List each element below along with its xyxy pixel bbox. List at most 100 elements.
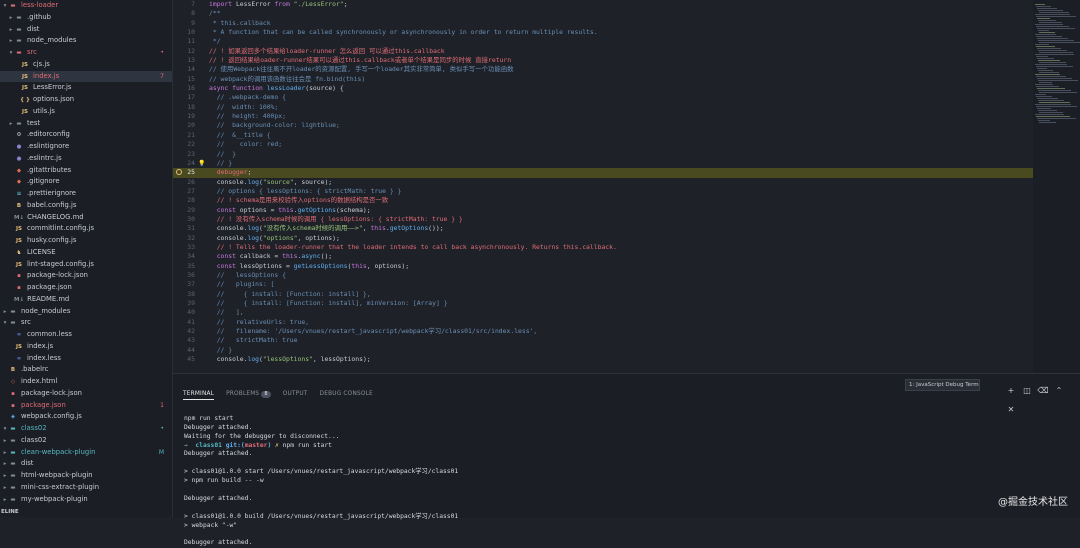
tree-item[interactable]: JS utils.js — [0, 106, 172, 118]
tree-item[interactable]: ▪ package.json 1 — [0, 400, 172, 412]
tree-item[interactable]: Bbabel.config.js — [0, 200, 172, 212]
split-terminal-icon[interactable]: ◫ — [1021, 386, 1033, 395]
chevron-up-icon[interactable]: ⌃ — [1053, 386, 1065, 395]
terminal-token: Debugger attached. — [184, 450, 253, 458]
code-token: // ! 没有传入schema时候的调用 { lessOptions: { st… — [209, 214, 463, 223]
code-text: const options = this.getOptions(schema); — [209, 206, 371, 214]
code-line: 33 // ! Tells the loader-runner that the… — [173, 243, 1033, 252]
code-line: 34 const callback = this.async(); — [173, 252, 1033, 261]
tab-output[interactable]: OUTPUT — [283, 389, 308, 399]
line-number: 31 — [187, 224, 195, 233]
line-number: 13 — [187, 56, 195, 65]
tree-item[interactable]: ≈ common.less — [0, 329, 172, 341]
tab-problems[interactable]: PROBLEMS 8 — [226, 389, 271, 399]
tree-item[interactable]: M↓ CHANGELOG.md — [0, 212, 172, 224]
tree-item[interactable]: ≈ index.less — [0, 353, 172, 365]
terminal-output[interactable]: npm run start Debugger attached. Waiting f… — [184, 406, 1070, 548]
minimap-line — [1038, 20, 1056, 21]
tree-item[interactable]: ▾ ▬ src — [0, 317, 172, 329]
code-text: // plugins: [ — [209, 280, 275, 289]
tree-item[interactable]: ◆ .gitattributes — [0, 165, 172, 177]
tree-item[interactable]: ▸ ▬ dist — [0, 458, 172, 470]
code-token: // plugins: [ — [209, 280, 275, 289]
code-token: // filename: '/Users/vnues/restart_javas… — [209, 327, 538, 336]
tree-item[interactable]: JS commitlint.config.js — [0, 223, 172, 235]
minimap[interactable] — [1033, 0, 1080, 373]
tab-debug-console[interactable]: DEBUG CONSOLE — [320, 389, 373, 399]
tree-item[interactable]: ▸ ▬ class02 — [0, 435, 172, 447]
tree-item[interactable]: ▾ ▬ class02 • — [0, 423, 172, 435]
tree-item[interactable]: ⚙ .editorconfig — [0, 129, 172, 141]
code-token: lessLoader — [266, 84, 306, 93]
terminal-line: > class01@1.0.0 start /Users/vnues/resta… — [184, 468, 1070, 477]
line-number: 36 — [187, 270, 195, 279]
tree-item[interactable]: ▪ package-lock.json — [0, 270, 172, 282]
tree-item-label: .editorconfig — [27, 130, 70, 139]
tree-item[interactable]: JS lint-staged.config.js — [0, 259, 172, 271]
tree-item[interactable]: ♞ LICENSE — [0, 247, 172, 259]
line-number: 37 — [187, 280, 195, 289]
tree-item[interactable]: ▪ package-lock.json — [0, 388, 172, 400]
code-token: * A function that can be called synchron… — [209, 28, 598, 37]
tree-item[interactable]: M↓ README.md — [0, 294, 172, 306]
tree-item[interactable]: JS cjs.js — [0, 59, 172, 71]
tree-item[interactable]: ◈ webpack.config.js — [0, 411, 172, 423]
minimap-line — [1035, 34, 1056, 35]
minimap-line — [1037, 48, 1061, 49]
line-number: 19 — [187, 112, 195, 121]
tree-item[interactable]: JS husky.config.js — [0, 235, 172, 247]
tree-item[interactable]: ● .eslintignore — [0, 141, 172, 153]
tree-item[interactable]: { } options.json — [0, 94, 172, 106]
code-line: 29 const options = this.getOptions(schem… — [173, 206, 1033, 215]
code-token: */ — [209, 37, 221, 46]
line-number: 42 — [187, 327, 195, 336]
tree-item[interactable]: JS index.js 7 — [0, 70, 172, 83]
tree-item[interactable]: JS LessError.js — [0, 82, 172, 94]
lightbulb-icon[interactable]: 💡 — [198, 159, 205, 168]
code-line: 41 // relativeUrls: true, — [173, 318, 1033, 327]
tree-item-label: dist — [27, 24, 40, 33]
tree-item[interactable]: ▸ ▬ .github — [0, 12, 172, 24]
code-text: import LessError from "./LessError"; — [209, 0, 348, 8]
trash-icon[interactable]: ⌫ — [1037, 386, 1049, 395]
code-editor[interactable]: 7 import LessError from "./LessError"; 8 /*… — [173, 0, 1033, 373]
status-badge: 7 — [160, 72, 164, 80]
tree-item[interactable]: ▪ package.json — [0, 282, 172, 294]
tree-item[interactable]: B .babelrc — [0, 364, 172, 376]
tree-item[interactable]: ▸ ▬ test — [0, 118, 172, 130]
tree-item-label: package.json — [21, 400, 66, 409]
code-token: // width: 100%; — [209, 102, 279, 111]
code-text: // ], — [209, 308, 244, 316]
tree-item[interactable]: ▸ ▬ mini-css-extract-plugin — [0, 482, 172, 494]
tree-item[interactable]: ▾ ▬ less-loader — [0, 0, 172, 12]
tree-item[interactable]: ▸ ▬ my-webpack-plugin — [0, 494, 172, 506]
line-number: 23 — [187, 149, 195, 158]
terminal-token: Debugger attached. — [184, 494, 253, 502]
tree-item[interactable]: JS index.js — [0, 341, 172, 353]
tree-item[interactable]: ◆ .gitignore — [0, 176, 172, 188]
tree-item[interactable]: ▸ ▬ node_modules — [0, 306, 172, 318]
line-number: 44 — [187, 345, 195, 354]
code-line: 44 // } — [173, 346, 1033, 355]
code-token: options = — [235, 205, 279, 214]
tree-item[interactable]: ● .eslintrc.js — [0, 153, 172, 165]
terminal-selector[interactable]: 1: JavaScript Debug Termi — [905, 379, 980, 391]
code-line: 18 // width: 100%; — [173, 103, 1033, 112]
code-text: // } — [209, 346, 232, 354]
minimap-line — [1039, 32, 1055, 33]
line-number: 15 — [187, 74, 195, 83]
status-badge: • — [160, 49, 164, 56]
tree-item[interactable]: ▸ ▬ node_modules — [0, 35, 172, 47]
tree-item[interactable]: ◇ index.html — [0, 376, 172, 388]
explorer-sidebar: ▾ ▬ less-loader ▸ ▬ .github ▸ ▬ dist ▸ ▬ node_modul… — [0, 0, 173, 517]
tree-item[interactable]: ▸ ▬ dist — [0, 24, 172, 36]
minimap-line — [1036, 76, 1066, 77]
tab-terminal[interactable]: TERMINAL — [183, 389, 215, 400]
tree-item[interactable]: ▾ ▬ src • — [0, 47, 172, 59]
minimap-line — [1038, 70, 1053, 71]
tree-item[interactable]: ≡ .prettierignore — [0, 188, 172, 200]
add-terminal-icon[interactable]: + — [1005, 386, 1017, 395]
tree-item[interactable]: ▸ ▬ clean-webpack-plugin M — [0, 447, 172, 459]
tree-item[interactable]: ▸ ▬ html-webpack-plugin — [0, 470, 172, 482]
